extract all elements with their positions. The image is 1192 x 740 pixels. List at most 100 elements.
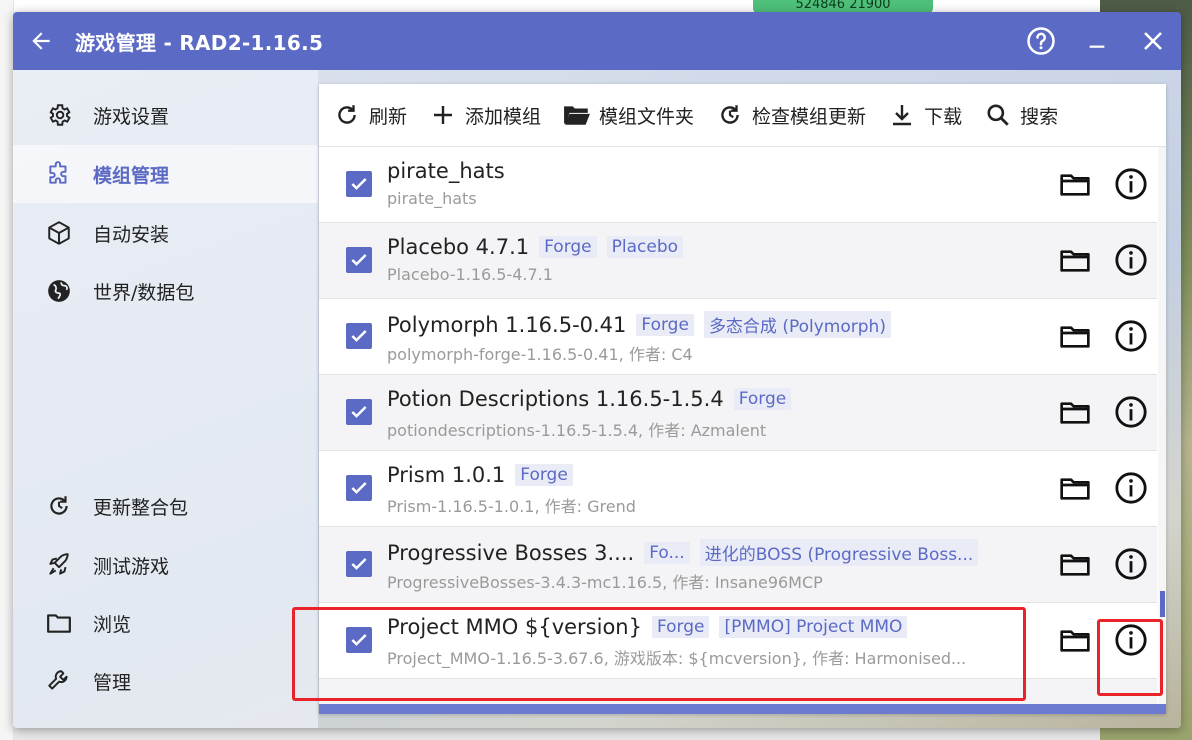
sidebar-item-manage[interactable]: 管理 xyxy=(13,652,318,710)
mod-name: Prism 1.0.1 xyxy=(387,463,506,487)
list-item[interactable]: Potion Descriptions 1.16.5-1.5.4 Forge po… xyxy=(319,375,1157,451)
back-button[interactable] xyxy=(13,12,69,70)
sidebar-item-label: 测试游戏 xyxy=(93,555,170,578)
mod-file-info: Prism-1.16.5-1.0.1, 作者: Grend xyxy=(387,497,636,516)
help-button[interactable] xyxy=(1013,12,1069,70)
back-arrow-icon xyxy=(32,32,50,50)
info-icon[interactable] xyxy=(1114,395,1148,429)
close-icon xyxy=(1144,32,1162,50)
sidebar-item-update-modpack[interactable]: 更新整合包 xyxy=(13,477,318,535)
info-icon[interactable] xyxy=(1114,471,1148,505)
globe-icon xyxy=(43,275,75,307)
sidebar-item-label: 自动安装 xyxy=(93,223,170,246)
download-icon xyxy=(888,101,916,129)
update-check-icon xyxy=(716,101,744,129)
sidebar: 游戏设置 模组管理 自动安装 世界/数据包 更新整合包 测试游戏 浏览 管理 xyxy=(13,70,318,728)
folder-icon xyxy=(43,607,75,639)
toolbar-label: 检查模组更新 xyxy=(752,105,867,128)
cube-icon xyxy=(43,217,75,249)
minimize-button[interactable] xyxy=(1069,12,1125,70)
mod-enabled-checkbox[interactable] xyxy=(346,399,372,425)
close-button[interactable] xyxy=(1125,12,1181,70)
puzzle-icon xyxy=(43,158,75,190)
open-folder-icon[interactable] xyxy=(1059,245,1091,277)
mod-tag: Fo... xyxy=(644,541,690,564)
sidebar-item-worlds[interactable]: 世界/数据包 xyxy=(13,262,318,320)
window-title: 游戏管理 - RAD2-1.16.5 xyxy=(75,30,324,55)
checkmark-icon xyxy=(351,178,367,190)
info-icon[interactable] xyxy=(1114,319,1148,353)
checkmark-icon xyxy=(351,558,367,570)
toolbar: 刷新 添加模组 模组文件夹 检查模组更新 下载 搜索 xyxy=(319,84,1166,147)
scroll-thumb[interactable] xyxy=(1160,591,1165,617)
refresh-icon xyxy=(333,101,361,129)
sidebar-item-label: 世界/数据包 xyxy=(93,281,195,304)
list-item[interactable]: Polymorph 1.16.5-0.41 Forge 多态合成 (Polymorp… xyxy=(319,299,1157,375)
mod-file-info: polymorph-forge-1.16.5-0.41, 作者: C4 xyxy=(387,345,693,364)
mod-name: Placebo 4.7.1 xyxy=(387,235,530,259)
checkmark-icon xyxy=(351,482,367,494)
folder-open-icon xyxy=(563,101,591,129)
list-item[interactable]: Placebo 4.7.1 Forge Placebo Placebo-1.16.5… xyxy=(319,223,1157,299)
info-icon[interactable] xyxy=(1114,547,1148,581)
refresh-button[interactable]: 刷新 xyxy=(333,84,407,146)
wrench-icon xyxy=(43,665,75,697)
open-folder-icon[interactable] xyxy=(1059,321,1091,353)
gear-icon xyxy=(43,99,75,131)
toolbar-label: 下载 xyxy=(924,105,963,128)
add-mod-button[interactable]: 添加模组 xyxy=(429,84,541,146)
mod-enabled-checkbox[interactable] xyxy=(346,551,372,577)
plus-icon xyxy=(429,101,457,129)
mod-tag: Placebo xyxy=(606,236,684,258)
sidebar-item-browse[interactable]: 浏览 xyxy=(13,594,318,652)
mod-enabled-checkbox[interactable] xyxy=(346,475,372,501)
toolbar-label: 添加模组 xyxy=(465,105,542,128)
mod-tag: Forge xyxy=(539,236,597,258)
sidebar-item-auto-install[interactable]: 自动安装 xyxy=(13,204,318,262)
title-bar: 游戏管理 - RAD2-1.16.5 xyxy=(13,12,1181,70)
mod-name: Potion Descriptions 1.16.5-1.5.4 xyxy=(387,387,724,411)
mod-tag: 进化的BOSS (Progressive Boss... xyxy=(699,539,979,566)
open-folder-icon[interactable] xyxy=(1059,473,1091,505)
checkmark-icon xyxy=(351,254,367,266)
check-updates-button[interactable]: 检查模组更新 xyxy=(716,84,866,146)
highlight-box-info-button xyxy=(1097,619,1163,696)
search-icon xyxy=(984,101,1012,129)
download-button[interactable]: 下载 xyxy=(888,84,962,146)
mod-tag: Forge xyxy=(733,388,792,410)
mod-tag: 多态合成 (Polymorph) xyxy=(703,311,891,338)
sidebar-item-label: 浏览 xyxy=(93,613,132,636)
info-icon[interactable] xyxy=(1114,243,1148,277)
sidebar-item-label: 模组管理 xyxy=(93,164,170,187)
open-folder-icon[interactable] xyxy=(1059,169,1091,201)
mod-file-info: ProgressiveBosses-3.4.3-mc1.16.5, 作者: In… xyxy=(387,573,823,592)
open-folder-icon[interactable] xyxy=(1059,397,1091,429)
mod-enabled-checkbox[interactable] xyxy=(346,171,372,197)
mod-tag: Forge xyxy=(636,313,694,336)
open-folder-icon[interactable] xyxy=(1059,625,1091,657)
toolbar-label: 搜索 xyxy=(1020,105,1059,128)
sidebar-item-game-settings[interactable]: 游戏设置 xyxy=(13,86,318,144)
search-button[interactable]: 搜索 xyxy=(984,84,1058,146)
sidebar-item-label: 管理 xyxy=(93,671,132,694)
refresh-icon xyxy=(43,490,75,522)
help-icon xyxy=(1027,27,1055,55)
list-item[interactable]: Progressive Bosses 3.... Fo... 进化的BOSS (Pr… xyxy=(319,527,1157,603)
minimize-icon xyxy=(1089,45,1105,48)
mod-enabled-checkbox[interactable] xyxy=(346,247,372,273)
mod-file-info: Placebo-1.16.5-4.7.1 xyxy=(387,265,553,284)
open-folder-icon[interactable] xyxy=(1059,549,1091,581)
rocket-icon xyxy=(43,549,75,581)
list-item[interactable]: pirate_hats pirate_hats xyxy=(319,147,1157,223)
mod-file-info: pirate_hats xyxy=(387,189,477,208)
toolbar-label: 刷新 xyxy=(369,105,408,128)
sidebar-item-test-game[interactable]: 测试游戏 xyxy=(13,536,318,594)
checkmark-icon xyxy=(351,406,367,418)
mod-folder-button[interactable]: 模组文件夹 xyxy=(563,84,694,146)
info-icon[interactable] xyxy=(1114,167,1148,201)
sidebar-item-mod-manager[interactable]: 模组管理 xyxy=(13,145,318,203)
list-item[interactable]: Prism 1.0.1 Forge Prism-1.16.5-1.0.1, 作者:… xyxy=(319,451,1157,527)
checkmark-icon xyxy=(351,330,367,342)
toolbar-label: 模组文件夹 xyxy=(599,105,695,128)
mod-enabled-checkbox[interactable] xyxy=(346,323,372,349)
